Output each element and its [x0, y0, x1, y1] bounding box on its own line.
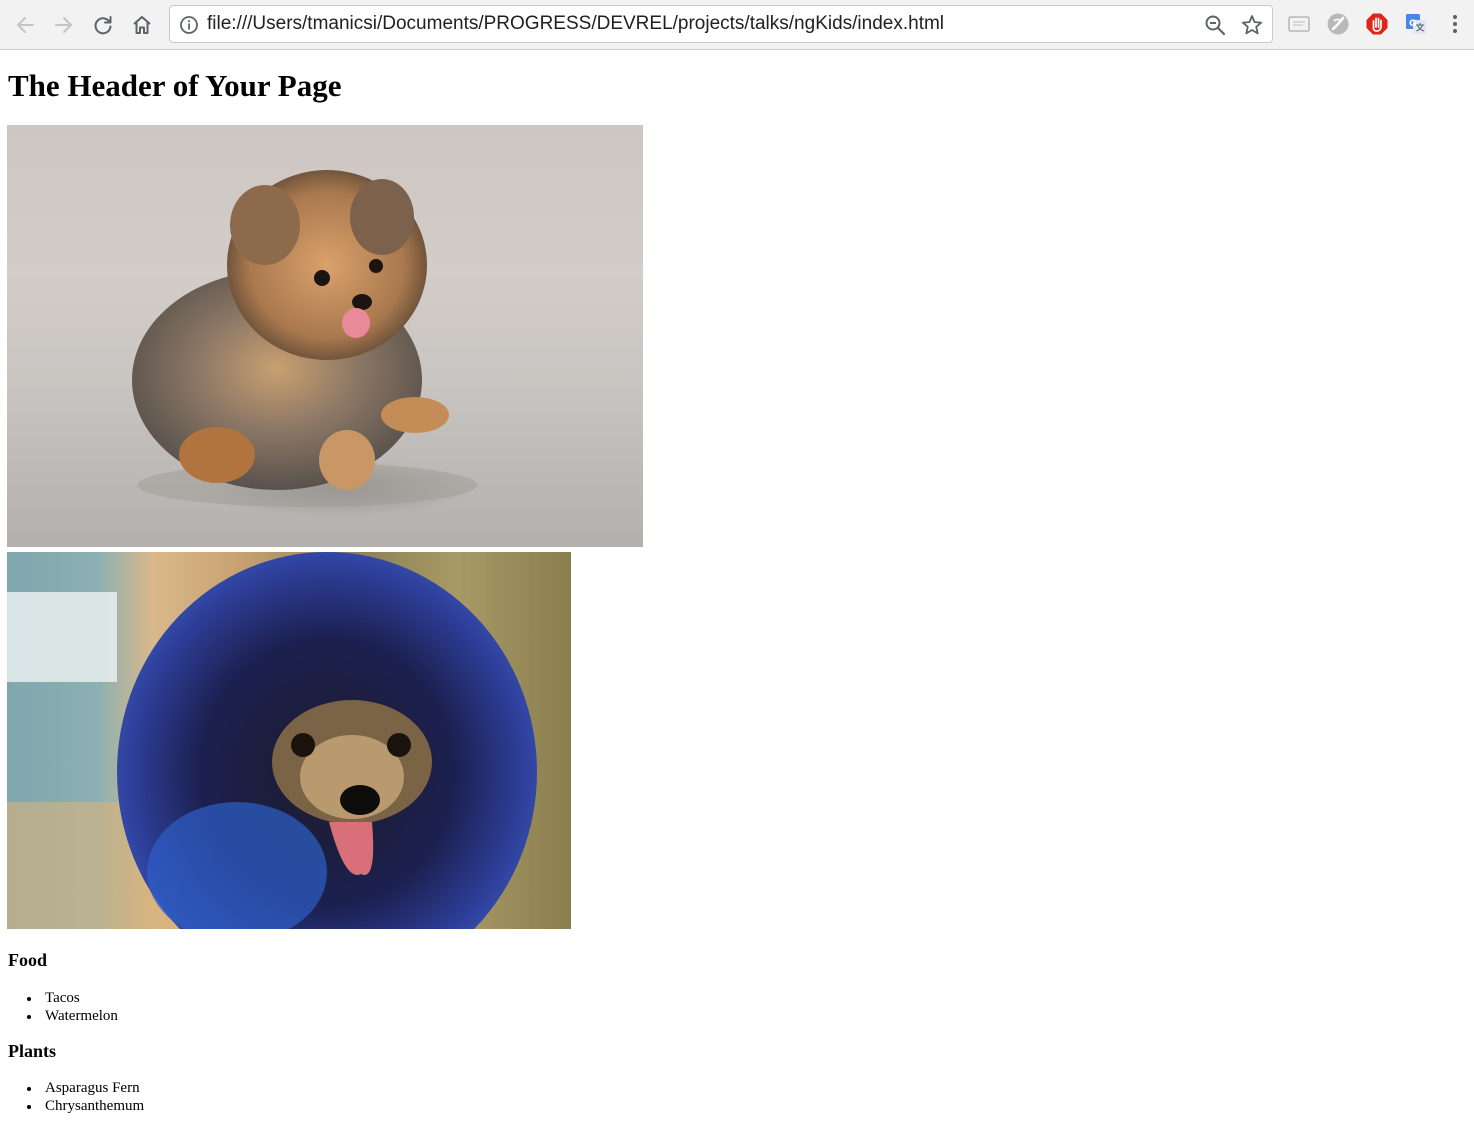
translate-icon[interactable]: G: [1403, 11, 1429, 37]
back-arrow-icon[interactable]: [9, 9, 41, 41]
dark-puppy-image: [7, 552, 571, 929]
forward-arrow-icon[interactable]: [48, 9, 80, 41]
svg-text:G: G: [1409, 19, 1416, 29]
star-icon[interactable]: [1239, 12, 1265, 38]
zoom-icon[interactable]: [1202, 12, 1228, 38]
info-icon[interactable]: [178, 14, 200, 36]
address-bar[interactable]: file:///Users/tmanicsi/Documents/PROGRES…: [169, 5, 1273, 43]
page-title: The Header of Your Page: [8, 68, 342, 103]
list-item: Tacos: [27, 989, 118, 1007]
stop-hand-icon[interactable]: [1364, 11, 1390, 37]
food-list: Tacos Watermelon: [27, 989, 118, 1025]
list-item: Watermelon: [27, 1008, 118, 1024]
url-text[interactable]: file:///Users/tmanicsi/Documents/PROGRES…: [207, 6, 944, 42]
page-content: The Header of Your Page Food Tacos Water…: [0, 51, 1474, 1134]
more-vert-icon[interactable]: [1442, 11, 1468, 37]
plants-heading: Plants: [8, 1041, 57, 1061]
browser-toolbar: file:///Users/tmanicsi/Documents/PROGRES…: [0, 0, 1474, 50]
puppy-walking-image: [7, 125, 643, 547]
reload-icon[interactable]: [87, 9, 119, 41]
food-heading: Food: [8, 950, 48, 970]
list-item: Chrysanthemum: [26, 1098, 145, 1114]
shield-extension-icon[interactable]: [1325, 11, 1351, 37]
home-icon[interactable]: [126, 9, 158, 41]
cast-icon[interactable]: [1286, 11, 1312, 37]
list-item: Asparagus Fern: [26, 1079, 144, 1097]
plants-list: Asparagus Fern Chrysanthemum: [26, 1079, 145, 1115]
